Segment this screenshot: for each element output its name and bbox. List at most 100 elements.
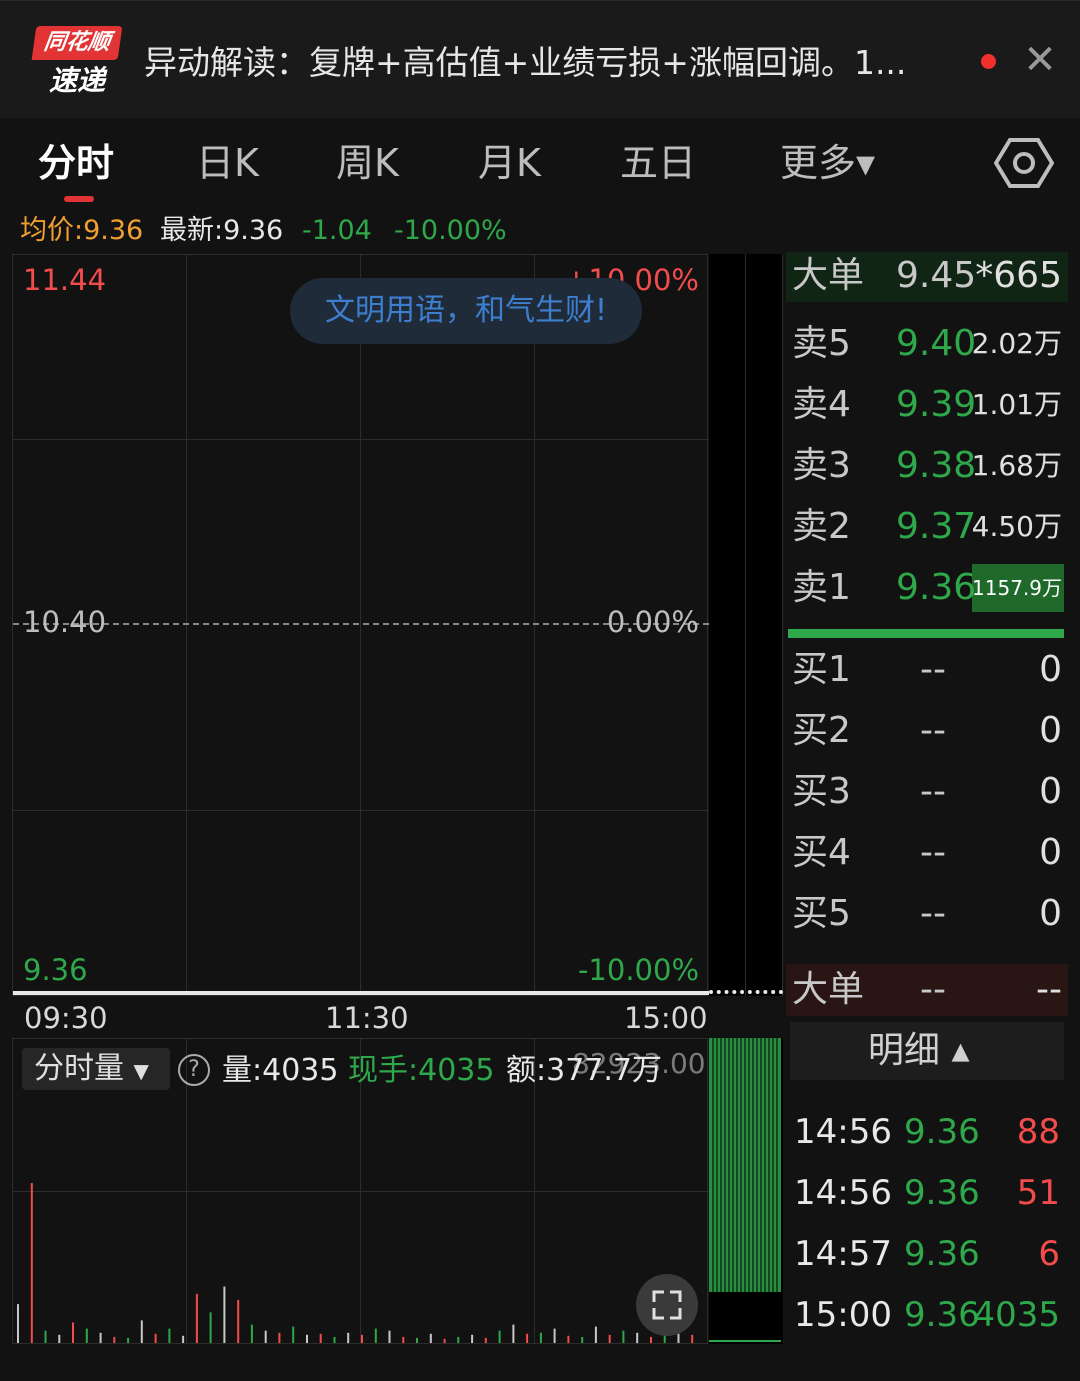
mid-price-label: 10.40 — [23, 605, 107, 639]
latest-price: 最新:9.36 — [160, 215, 284, 246]
volume-bar — [292, 1326, 295, 1343]
help-icon[interactable]: ? — [178, 1054, 210, 1086]
gridline — [534, 255, 535, 995]
price-line — [13, 991, 709, 995]
buy-label: 买5 — [792, 893, 851, 934]
big-sell-label: 大单 — [792, 255, 865, 296]
volume-bar — [416, 1337, 418, 1343]
volume-bar — [512, 1324, 515, 1343]
sell-level-1[interactable]: 卖1 9.36 1157.9万 — [786, 558, 1066, 618]
logo-bottom-text: 速递 — [48, 64, 105, 97]
sell-label: 卖5 — [792, 323, 851, 364]
volume-bar — [113, 1336, 116, 1343]
volume-bar — [58, 1334, 61, 1343]
big-sell-order[interactable]: 大单 9.45 *665 — [786, 246, 1066, 306]
gridline — [13, 439, 709, 440]
buy-volume: 0 — [1039, 649, 1062, 690]
after-hours-volume — [709, 1038, 783, 1344]
intraday-price-chart[interactable]: 11.44 +10.00% 10.40 0.00% 9.36 -10.00% — [12, 254, 709, 996]
trade-volume: 88 — [1016, 1112, 1060, 1152]
big-buy-order[interactable]: 大单 -- -- — [786, 960, 1066, 1020]
sell-price: 9.40 — [896, 323, 977, 364]
sell-price: 9.36 — [896, 567, 977, 608]
trade-price: 9.36 — [904, 1112, 980, 1152]
settings-hexagon-icon[interactable] — [993, 136, 1055, 190]
buy-price: -- — [920, 649, 946, 690]
after-hours-strip — [709, 254, 783, 996]
time-label-close: 15:00 — [624, 1001, 708, 1035]
bottom-action-bar — [0, 1360, 1080, 1381]
volume-type-select[interactable]: 分时量 ▼ — [22, 1048, 170, 1090]
volume-bar — [209, 1312, 212, 1344]
expand-icon — [652, 1290, 682, 1320]
trade-time: 15:00 — [794, 1295, 892, 1335]
trade-row: 14:56 9.36 51 — [790, 1163, 1064, 1223]
buy-label: 买4 — [792, 832, 851, 873]
buy-level-5[interactable]: 买5 -- 0 — [786, 884, 1066, 944]
sell-level-2[interactable]: 卖2 9.37 4.50万 — [786, 497, 1066, 557]
volume-bar — [594, 1326, 597, 1343]
sell-label: 卖2 — [792, 506, 851, 547]
bid-ask-ratio-bar — [788, 629, 1064, 638]
time-label-midday: 11:30 — [325, 1001, 409, 1035]
buy-price: -- — [920, 710, 946, 751]
news-headline[interactable]: 异动解读：复牌+高估值+业绩亏损+涨幅回调。1... — [144, 38, 959, 88]
sell-price: 9.38 — [896, 445, 977, 486]
tab-daily-k[interactable]: 日K — [196, 138, 259, 188]
gridline — [13, 810, 709, 811]
sell-volume: 1.68万 — [971, 449, 1062, 482]
price-change: -1.04 — [302, 215, 372, 246]
turnover-amount: 额:377.7万 — [506, 1053, 662, 1088]
volume-bar — [608, 1334, 611, 1343]
tonghuashun-logo: 同花顺 速递 — [31, 26, 123, 102]
volume-bar — [168, 1328, 171, 1343]
buy-volume: 0 — [1039, 893, 1062, 934]
volume-bar — [443, 1338, 446, 1343]
buy-price: -- — [920, 832, 946, 873]
tab-weekly-k[interactable]: 周K — [336, 138, 399, 188]
tab-more[interactable]: 更多▾ — [780, 138, 875, 188]
buy-price: -- — [920, 771, 946, 812]
sell-volume: 4.50万 — [971, 510, 1062, 543]
big-buy-label: 大单 — [792, 969, 865, 1010]
buy-level-4[interactable]: 买4 -- 0 — [786, 823, 1066, 883]
volume-bar — [650, 1336, 652, 1343]
buy-level-1[interactable]: 买1 -- 0 — [786, 640, 1066, 700]
buy-level-3[interactable]: 买3 -- 0 — [786, 762, 1066, 822]
mid-pct-label: 0.00% — [606, 605, 699, 639]
volume-bar — [99, 1332, 102, 1344]
logo-top-text: 同花顺 — [31, 26, 123, 60]
volume-bar — [539, 1332, 542, 1344]
trade-row: 14:57 9.36 6 — [790, 1224, 1064, 1284]
trade-volume: 51 — [1016, 1173, 1060, 1213]
big-buy-volume: -- — [1036, 969, 1062, 1010]
tab-intraday[interactable]: 分时 — [38, 138, 114, 188]
tab-monthly-k[interactable]: 月K — [478, 138, 541, 188]
volume-bar — [361, 1334, 363, 1343]
top-price-label: 11.44 — [23, 263, 107, 297]
sell-level-3[interactable]: 卖3 9.38 1.68万 — [786, 436, 1066, 496]
volume-bar — [484, 1337, 487, 1343]
trade-price: 9.36 — [904, 1173, 980, 1213]
tab-five-day[interactable]: 五日 — [620, 138, 696, 188]
current-hand: 现手:4035 — [348, 1053, 495, 1088]
trade-time: 14:56 — [794, 1173, 892, 1213]
volume-bar — [264, 1330, 267, 1343]
detail-label: 明细 ▴ — [868, 1030, 970, 1071]
sell-level-4[interactable]: 卖4 9.39 1.01万 — [786, 375, 1066, 435]
big-sell-volume: *665 — [975, 255, 1062, 296]
volume-bar — [306, 1334, 308, 1343]
volume-bar — [17, 1304, 19, 1343]
civility-reminder-badge[interactable]: 文明用语，和气生财! — [290, 278, 642, 344]
big-buy-price: -- — [920, 969, 946, 1010]
after-hours-price-line — [709, 990, 783, 994]
close-icon[interactable]: ✕ — [1020, 40, 1060, 80]
trade-detail-toggle[interactable]: 明细 ▴ — [790, 1022, 1064, 1080]
fullscreen-button[interactable] — [636, 1274, 698, 1336]
volume-bar — [44, 1330, 47, 1343]
volume-bar — [457, 1336, 460, 1343]
unread-dot-icon — [981, 54, 996, 69]
sell-level-5[interactable]: 卖5 9.40 2.02万 — [786, 314, 1066, 374]
buy-level-2[interactable]: 买2 -- 0 — [786, 701, 1066, 761]
volume-bar — [347, 1332, 350, 1344]
